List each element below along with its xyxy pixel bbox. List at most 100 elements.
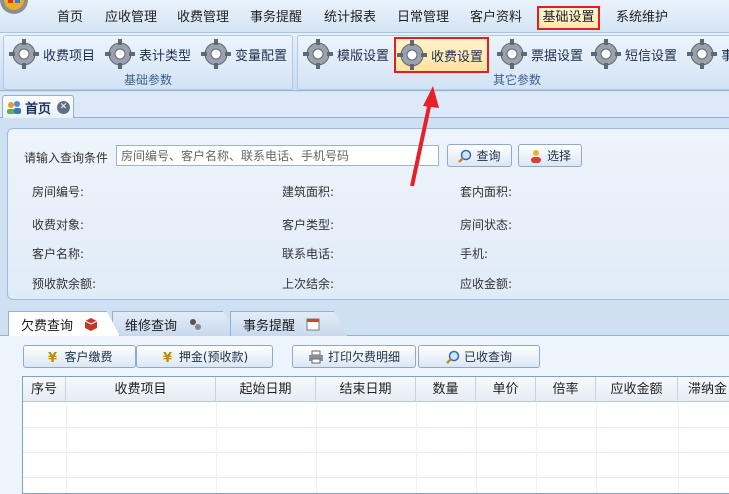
column-divider [476, 402, 477, 493]
room-status-label: 房间状态: [460, 218, 513, 232]
svg-text:¥: ¥ [48, 351, 57, 364]
column-header[interactable]: 起始日期 [216, 377, 316, 402]
gear-icon [497, 39, 527, 69]
column-divider [416, 402, 417, 493]
sms-settings-label: 短信设置 [625, 48, 678, 64]
building-area-label: 建筑面积: [282, 185, 335, 199]
ribbon-group-other-label: 其它参数 [492, 73, 541, 87]
tools-icon [190, 319, 202, 330]
ribbon-group-other: 模版设置 收费设置 票据设置 短信设置 事 其它参数 [297, 35, 729, 90]
gear-icon [687, 39, 717, 69]
charge-settings-button[interactable]: 收费设置 [394, 37, 490, 73]
tab-home[interactable]: 首页 ✕ [2, 95, 74, 118]
menu-item-home[interactable]: 首页 [48, 6, 92, 30]
deposit-label: 押金(预收款) [178, 350, 249, 364]
ribbon: 收费项目 表计类型 变量配置 基础参数 模版设置 收费设置 票据设置 短信设置 [0, 33, 729, 91]
menu-item-charges[interactable]: 收费管理 [172, 6, 234, 30]
variable-config-label: 变量配置 [235, 48, 288, 64]
gear-icon [591, 39, 621, 69]
menu-item-reports[interactable]: 统计报表 [318, 6, 382, 30]
contact-phone-label: 联系电话: [282, 247, 335, 261]
menu-item-system-maintenance[interactable]: 系统维护 [610, 6, 674, 30]
tab-reminders[interactable]: 事务提醒 [230, 311, 348, 336]
ribbon-group-basic-label: 基础参数 [123, 73, 172, 87]
print-arrears-button[interactable]: 打印欠费明细 [292, 345, 416, 368]
print-arrears-label: 打印欠费明细 [327, 350, 400, 364]
variable-config-button[interactable]: 变量配置 [200, 39, 287, 69]
receipt-settings-button[interactable]: 票据设置 [496, 39, 583, 69]
template-settings-label: 模版设置 [337, 48, 390, 64]
column-header[interactable]: 收费项目 [66, 377, 216, 402]
meter-types-button[interactable]: 表计类型 [104, 39, 191, 69]
last-balance-label: 上次结余: [282, 277, 335, 291]
page-tab-strip: 首页 ✕ [0, 92, 729, 118]
column-header[interactable]: 数量 [416, 377, 476, 402]
column-header[interactable]: 单价 [476, 377, 536, 402]
tab-repair-query[interactable]: 维修查询 [112, 311, 238, 336]
gear-icon [201, 39, 231, 69]
app-logo-icon[interactable] [0, 0, 32, 18]
template-settings-button[interactable]: 模版设置 [302, 39, 389, 69]
menu-item-basic-settings[interactable]: 基础设置 [537, 6, 600, 30]
gear-icon [397, 40, 427, 70]
column-header[interactable]: 序号 [23, 377, 66, 402]
column-divider [316, 402, 317, 493]
search-button-label: 查询 [476, 149, 501, 163]
arrears-table[interactable]: 序号 收费项目 起始日期 结束日期 数量 单价 倍率 应收金额 滞纳金 [22, 376, 729, 494]
column-divider [216, 402, 217, 493]
user-select-icon [530, 149, 541, 163]
table-header: 序号 收费项目 起始日期 结束日期 数量 单价 倍率 应收金额 滞纳金 [23, 377, 729, 402]
mobile-label: 手机: [460, 247, 489, 261]
menu-item-customers[interactable]: 客户资料 [464, 6, 528, 30]
ribbon-group-basic: 收费项目 表计类型 变量配置 基础参数 [3, 35, 293, 90]
search-icon [458, 149, 472, 163]
menu-item-receivables[interactable]: 应收管理 [100, 6, 162, 30]
select-button[interactable]: 选择 [518, 144, 582, 167]
yen-icon: ¥ [48, 351, 57, 364]
search-icon [446, 350, 460, 364]
row-divider [23, 477, 729, 478]
column-divider [596, 402, 597, 493]
deposit-button[interactable]: ¥ 押金(预收款) [136, 345, 273, 368]
menu-bar: 首页 应收管理 收费管理 事务提醒 统计报表 日常管理 客户资料 基础设置 系统… [0, 0, 729, 33]
charge-items-label: 收费项目 [43, 48, 96, 64]
box-icon [84, 318, 98, 331]
paid-query-label: 已收查询 [463, 350, 512, 364]
calendar-icon [306, 318, 320, 331]
customer-type-label: 客户类型: [282, 218, 335, 232]
customer-payment-button[interactable]: ¥ 客户缴费 [23, 345, 136, 368]
sms-settings-button[interactable]: 短信设置 [590, 39, 677, 69]
yen-icon: ¥ [163, 351, 172, 364]
column-header[interactable]: 滞纳金 [678, 377, 729, 402]
search-button[interactable]: 查询 [447, 144, 512, 167]
column-header[interactable]: 结束日期 [316, 377, 416, 402]
customer-name-label: 客户名称: [32, 247, 85, 261]
customer-payment-label: 客户缴费 [64, 350, 113, 364]
truncated-ribbon-button[interactable]: 事 [686, 39, 729, 69]
tab-home-label: 首页 [25, 101, 52, 117]
receivable-amount-label: 应收金额: [460, 277, 513, 291]
column-header[interactable]: 应收金额 [596, 377, 678, 402]
charge-items-button[interactable]: 收费项目 [8, 39, 95, 69]
column-divider [536, 402, 537, 493]
charge-target-label: 收费对象: [32, 218, 85, 232]
gear-icon [9, 39, 39, 69]
receipt-settings-label: 票据设置 [531, 48, 584, 64]
gear-icon [105, 39, 135, 69]
printer-icon [308, 350, 323, 363]
home-users-icon [7, 101, 21, 114]
paid-query-button[interactable]: 已收查询 [418, 345, 540, 368]
close-icon[interactable]: ✕ [57, 100, 71, 114]
tab-arrears-query[interactable]: 欠费查询 [8, 311, 120, 336]
meter-types-label: 表计类型 [139, 48, 192, 64]
column-divider [678, 402, 679, 493]
row-divider [23, 452, 729, 453]
column-header[interactable]: 倍率 [536, 377, 596, 402]
menu-item-reminders[interactable]: 事务提醒 [244, 6, 308, 30]
gear-icon [303, 39, 333, 69]
row-divider [23, 427, 729, 428]
tab-arrears-label: 欠费查询 [21, 318, 74, 334]
menu-item-daily[interactable]: 日常管理 [392, 6, 454, 30]
search-input[interactable] [116, 145, 439, 166]
svg-text:¥: ¥ [163, 351, 172, 364]
